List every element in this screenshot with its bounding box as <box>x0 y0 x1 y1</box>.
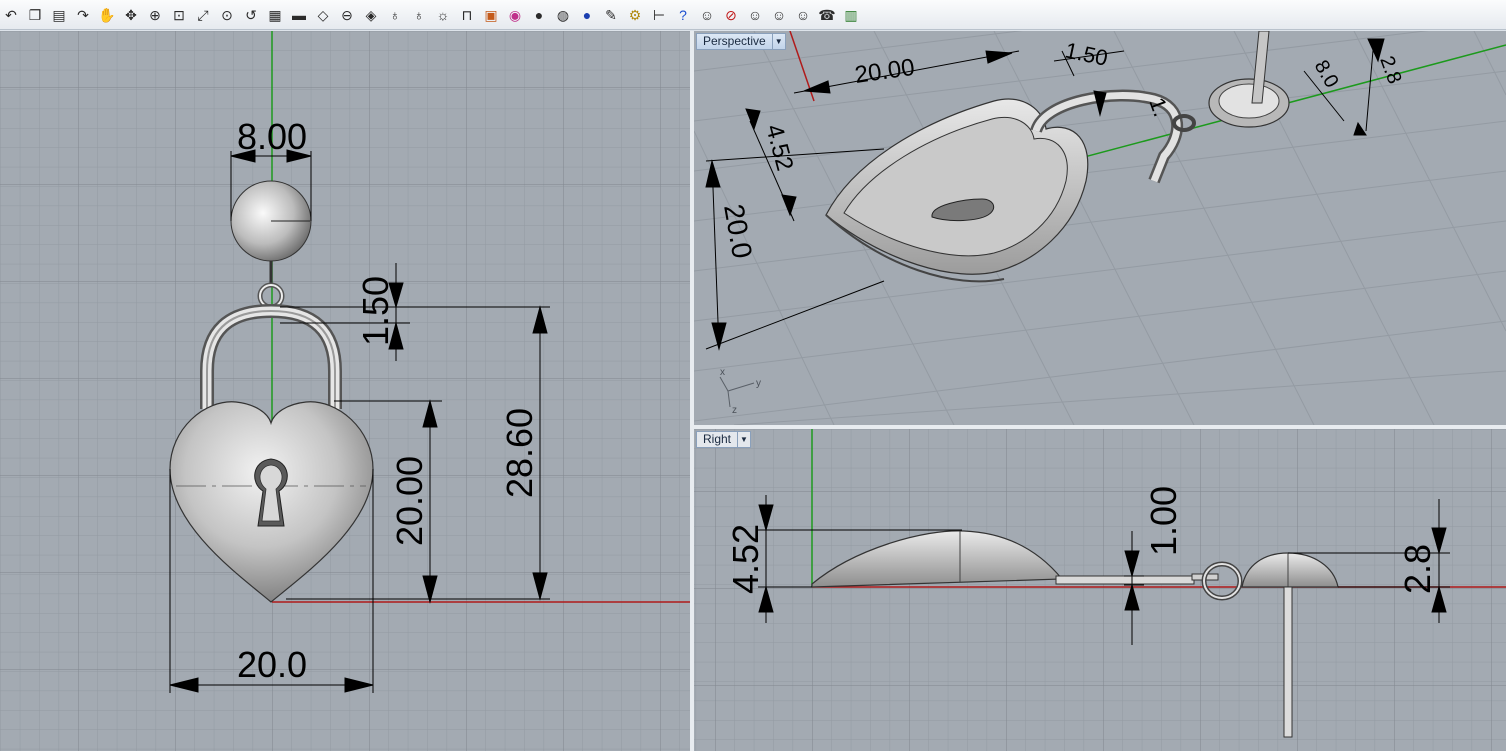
zoom-previous-icon[interactable]: ↺ <box>240 4 262 26</box>
viewport-title-right-text[interactable]: Right <box>696 431 739 448</box>
dim-gap-label: 1.50 <box>355 276 396 346</box>
viewport-title-perspective[interactable]: Perspective ▼ <box>696 33 786 50</box>
viewport-title-perspective-text[interactable]: Perspective <box>696 33 773 50</box>
render-box-icon[interactable]: ▣ <box>480 4 502 26</box>
grid-icon[interactable]: ▦ <box>264 4 286 26</box>
viewport-front[interactable]: 8.00 1.50 28.60 20.00 20.0 <box>0 31 690 751</box>
face-3-icon[interactable]: ☺ <box>768 4 790 26</box>
dim-total-height-label: 28.60 <box>499 408 540 498</box>
pan-hand-icon[interactable]: ✋ <box>96 4 118 26</box>
lock-icon[interactable]: ⊓ <box>456 4 478 26</box>
viewport-right[interactable]: 4.52 1.00 2.8 Right ▼ <box>694 429 1506 751</box>
right-shackle-profile <box>1055 575 1195 585</box>
face-2-icon[interactable]: ☺ <box>744 4 766 26</box>
face-1-icon[interactable]: ☺ <box>696 4 718 26</box>
front-scene: 8.00 1.50 28.60 20.00 20.0 <box>0 31 690 751</box>
shaded-sphere-icon[interactable]: ● <box>528 4 550 26</box>
right-scene: 4.52 1.00 2.8 <box>694 429 1506 751</box>
help-icon[interactable]: ? <box>672 4 694 26</box>
zoom-extents-icon[interactable]: ⤢ <box>192 4 214 26</box>
rotate-view-icon[interactable]: ✥ <box>120 4 142 26</box>
undo-icon[interactable]: ↶ <box>0 4 22 26</box>
rendered-sphere-icon[interactable]: ◍ <box>552 4 574 26</box>
zoom-icon[interactable]: ⊕ <box>144 4 166 26</box>
right-dim-thickness-label: 1.00 <box>1143 486 1184 556</box>
dimension-icon[interactable]: ⊢ <box>648 4 670 26</box>
viewport-menu-arrow-icon[interactable]: ▼ <box>772 33 786 50</box>
light-bulb-2-icon[interactable]: ♁ <box>408 4 430 26</box>
object-snap-icon[interactable]: ◈ <box>360 4 382 26</box>
gear-icon[interactable]: ⚙ <box>624 4 646 26</box>
perspective-scene: 20.00 1.50 1. 4.52 20.0 8.0 2.8 x y z <box>694 31 1506 425</box>
cplane-icon[interactable]: ⊖ <box>336 4 358 26</box>
redo-icon[interactable]: ↷ <box>72 4 94 26</box>
film-icon[interactable]: ▥ <box>840 4 862 26</box>
persp-axis-y-label: y <box>756 378 761 389</box>
viewport-title-right[interactable]: Right ▼ <box>696 431 752 448</box>
zoom-selected-icon[interactable]: ⊙ <box>216 4 238 26</box>
dim-heart-width-label: 20.0 <box>237 644 307 685</box>
persp-axis-x-label: x <box>720 367 725 378</box>
right-dim-height-label: 4.52 <box>725 524 766 594</box>
pencil-icon[interactable]: ✎ <box>600 4 622 26</box>
phone-icon[interactable]: ☎ <box>816 4 838 26</box>
light-bulb-icon[interactable]: ♁ <box>384 4 406 26</box>
right-post <box>1283 586 1293 738</box>
blue-sphere-icon[interactable]: ● <box>576 4 598 26</box>
viewport-menu-arrow-icon[interactable]: ▼ <box>738 431 752 448</box>
no-entry-icon[interactable]: ⊘ <box>720 4 742 26</box>
main-toolbar: ↶ ❐ ▤ ↷ ✋ ✥ ⊕ ⊡ ⤢ ⊙ ↺ ▦ ▬ ◇ ⊖ ◈ ♁ ♁ ☼ ⊓ ▣ ◉ ● ◍ ● ✎ ⚙ ⊢? ☺ ⊘ ☺ ☺ ☺ ☎ ▥ <box>0 0 1506 30</box>
car-icon[interactable]: ▬ <box>288 4 310 26</box>
zoom-window-icon[interactable]: ⊡ <box>168 4 190 26</box>
plane-icon[interactable]: ◇ <box>312 4 334 26</box>
light-bulb-3-icon[interactable]: ☼ <box>432 4 454 26</box>
right-dim-post-height-label: 2.8 <box>1397 544 1438 594</box>
persp-axis-z-label: z <box>732 405 737 416</box>
dim-heart-height-label: 20.00 <box>389 456 430 546</box>
copy-icon[interactable]: ❐ <box>24 4 46 26</box>
color-wheel-icon[interactable]: ◉ <box>504 4 526 26</box>
face-4-icon[interactable]: ☺ <box>792 4 814 26</box>
viewport-perspective[interactable]: 20.00 1.50 1. 4.52 20.0 8.0 2.8 x y z Pe… <box>694 31 1506 425</box>
clipboard-icon[interactable]: ▤ <box>48 4 70 26</box>
dim-top-width-label: 8.00 <box>237 116 307 157</box>
